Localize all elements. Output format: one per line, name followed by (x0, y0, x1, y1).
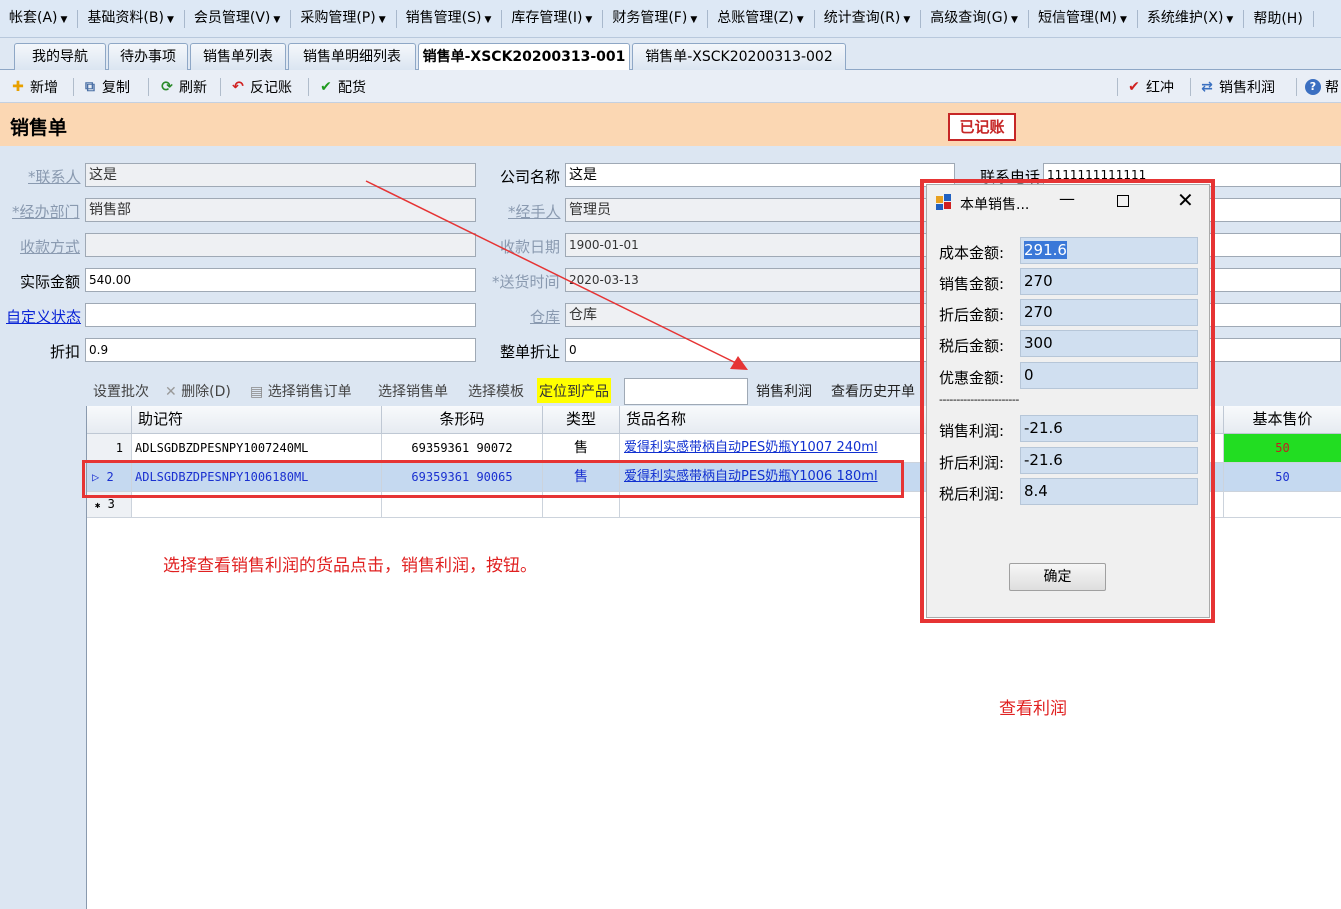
dialog-highlight-box (920, 179, 1215, 623)
arrow-head-icon (730, 356, 748, 370)
